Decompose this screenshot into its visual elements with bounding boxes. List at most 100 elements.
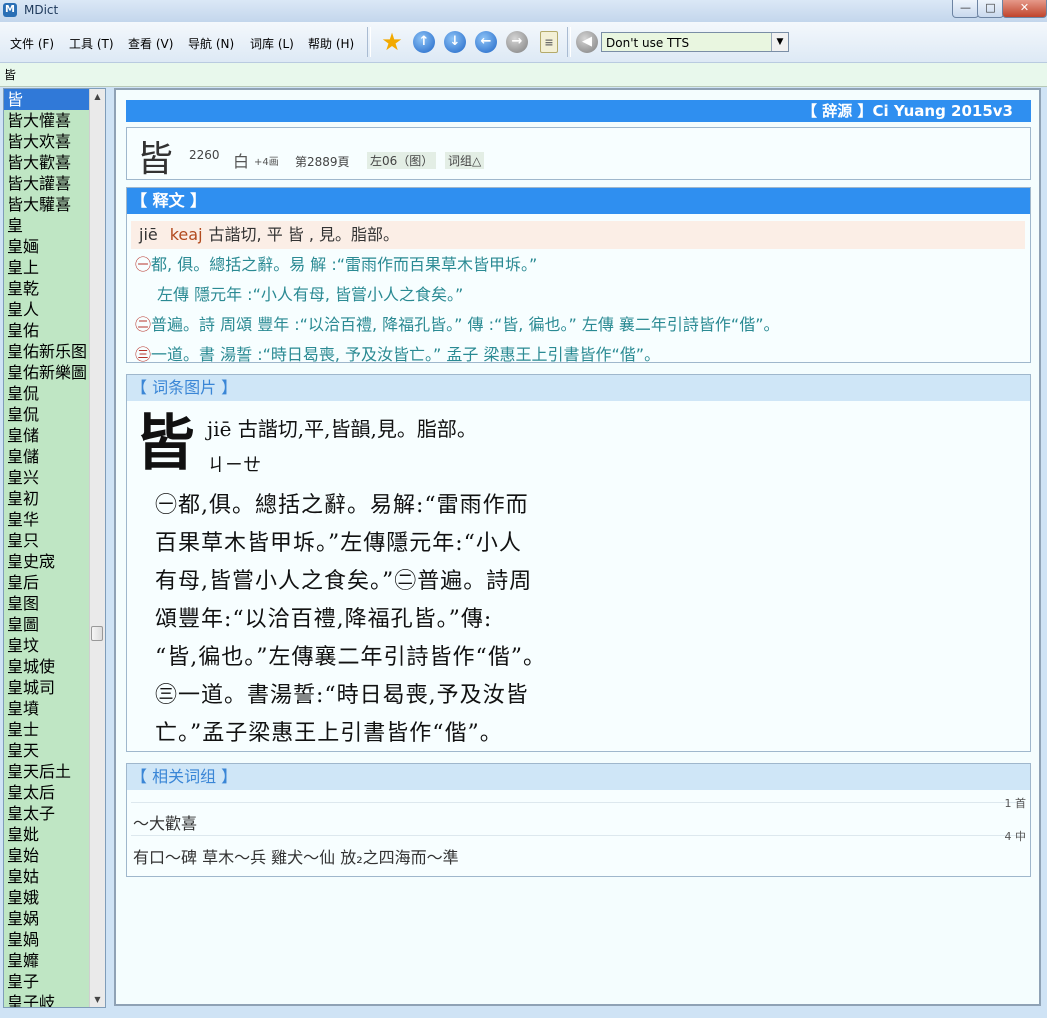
divider bbox=[131, 802, 1024, 803]
related-count: 1 首 bbox=[1004, 797, 1027, 810]
tts-select[interactable]: Don't use TTS ▼ bbox=[601, 32, 789, 52]
fanqie: 古諧切, 平 皆 , 見。脂部。 bbox=[208, 225, 400, 244]
speaker-icon[interactable]: ◀ bbox=[576, 31, 598, 53]
word-list-item[interactable]: 皇天后土 bbox=[4, 761, 90, 782]
word-list-item[interactable]: 皇坟 bbox=[4, 635, 90, 656]
menu-toolbar: 文件 (F) 工具 (T) 查看 (V) 导航 (N) 词库 (L) 帮助 (H… bbox=[0, 22, 1047, 63]
toolbar-separator bbox=[367, 27, 371, 57]
scroll-thumb[interactable] bbox=[91, 626, 103, 641]
definition-pane: 【 辞源 】Ci Yuang 2015v3 皆 2260 白 +4画 第2889… bbox=[114, 88, 1041, 1006]
arrow-right-icon[interactable]: → bbox=[506, 31, 528, 53]
word-list-item[interactable]: 皇娲 bbox=[4, 908, 90, 929]
close-button[interactable]: ✕ bbox=[1002, 0, 1047, 18]
word-list-item[interactable]: 皇初 bbox=[4, 488, 90, 509]
scan-line: 頌豐年:“以洽百禮,降福孔皆。”傳: bbox=[155, 607, 493, 632]
title-bar: M MDict — □ ✕ bbox=[0, 0, 1047, 23]
maximize-button[interactable]: □ bbox=[977, 0, 1004, 18]
word-list-item[interactable]: 皆大讙喜 bbox=[4, 173, 90, 194]
word-list-item[interactable]: 皇妣 bbox=[4, 824, 90, 845]
word-list-item[interactable]: 皇墳 bbox=[4, 698, 90, 719]
menu-navigate[interactable]: 导航 (N) bbox=[188, 35, 234, 52]
word-list-item[interactable]: 皇佑 bbox=[4, 320, 90, 341]
keaj-romanization: keaj bbox=[169, 225, 203, 244]
menu-view[interactable]: 查看 (V) bbox=[128, 35, 173, 52]
related-phrase-list[interactable]: ～大歡喜 bbox=[133, 810, 197, 834]
word-list-scrollbar[interactable]: ▲ ▼ bbox=[89, 89, 105, 1007]
word-list-item[interactable]: 皇图 bbox=[4, 593, 90, 614]
headword-tag-image[interactable]: 左06（图） bbox=[367, 152, 437, 169]
scan-line: 亡。”孟子梁惠王上引書皆作“偕”。 bbox=[155, 721, 503, 746]
word-list-item[interactable]: 皇始 bbox=[4, 845, 90, 866]
word-list-item[interactable]: 皇兴 bbox=[4, 467, 90, 488]
word-list-item[interactable]: 皇姑 bbox=[4, 866, 90, 887]
word-list-item[interactable]: 皇佑新乐图 bbox=[4, 341, 90, 362]
word-list-item[interactable]: 皇城司 bbox=[4, 677, 90, 698]
related-count: 4 中 bbox=[1004, 830, 1027, 843]
word-list-item[interactable]: 皇华 bbox=[4, 509, 90, 530]
word-list-item[interactable]: 皆 bbox=[4, 89, 90, 110]
word-list-item[interactable]: 皇侃 bbox=[4, 404, 90, 425]
word-list-item[interactable]: 皆大歡喜 bbox=[4, 152, 90, 173]
word-list-item[interactable]: 皇圖 bbox=[4, 614, 90, 635]
pinyin: jiē bbox=[139, 225, 158, 244]
chevron-down-icon[interactable]: ▼ bbox=[771, 33, 788, 51]
word-list-item[interactable]: 皇婳 bbox=[4, 236, 90, 257]
menu-library[interactable]: 词库 (L) bbox=[250, 35, 294, 52]
word-list-item[interactable]: 皇天 bbox=[4, 740, 90, 761]
word-list-item[interactable]: 皇只 bbox=[4, 530, 90, 551]
word-list-item[interactable]: 皇 bbox=[4, 215, 90, 236]
scan-headword: 皆 bbox=[135, 409, 195, 479]
entry-image-section: 【 词条图片 】 皆 jiē 古諧切,平,皆韻,見。脂部。 ㄐㄧㄝ ㊀都,俱。總… bbox=[126, 374, 1031, 752]
word-list-item[interactable]: 皇乾 bbox=[4, 278, 90, 299]
word-list-item[interactable]: 皇史宬 bbox=[4, 551, 90, 572]
related-phrases-title: 【 相关词组 】 bbox=[127, 764, 1030, 790]
mdict-app-icon: M bbox=[3, 3, 17, 17]
arrow-up-icon[interactable]: ↑ bbox=[413, 31, 435, 53]
word-list-item[interactable]: 皇佑新樂圖 bbox=[4, 362, 90, 383]
toolbar-separator bbox=[567, 27, 571, 57]
arrow-down-icon[interactable]: ↓ bbox=[444, 31, 466, 53]
search-input[interactable] bbox=[4, 65, 1040, 83]
minimize-button[interactable]: — bbox=[952, 0, 979, 18]
word-list-item[interactable]: 皇士 bbox=[4, 719, 90, 740]
word-list-item[interactable]: 皇人 bbox=[4, 299, 90, 320]
headword-strokes: +4画 bbox=[254, 157, 279, 168]
related-phrases-section: 【 相关词组 】 1 首 ～大歡喜 4 中 有口～碑 草木～兵 雞犬～仙 放₂之… bbox=[126, 763, 1031, 877]
explanation-section: 【 释文 】 jiē keaj 古諧切, 平 皆 , 見。脂部。 ㊀都, 俱。總括之… bbox=[126, 187, 1031, 364]
scan-line: ㊀都,俱。總括之辭。易解:“雷雨作而 bbox=[155, 493, 529, 518]
word-list-item[interactable]: 皆大驩喜 bbox=[4, 194, 90, 215]
star-icon[interactable]: ★ bbox=[381, 30, 403, 54]
word-list-item[interactable]: 皇子岐 bbox=[4, 992, 90, 1007]
word-list-item[interactable]: 皇后 bbox=[4, 572, 90, 593]
divider bbox=[131, 835, 1024, 836]
word-list-item[interactable]: 皇侃 bbox=[4, 383, 90, 404]
explanation-title: 【 释文 】 bbox=[127, 188, 1030, 214]
arrow-left-icon[interactable]: ← bbox=[475, 31, 497, 53]
word-list-item[interactable]: 皇媧 bbox=[4, 929, 90, 950]
menu-file[interactable]: 文件 (F) bbox=[10, 35, 54, 52]
word-list-item[interactable]: 皇太子 bbox=[4, 803, 90, 824]
related-phrase-list[interactable]: 有口～碑 草木～兵 雞犬～仙 放₂之四海而～準 bbox=[133, 844, 459, 868]
scan-pinyin-line: jiē 古諧切,平,皆韻,見。脂部。 bbox=[207, 417, 477, 441]
tts-select-value: Don't use TTS bbox=[606, 36, 690, 50]
word-list-item[interactable]: 皇城使 bbox=[4, 656, 90, 677]
word-list-item[interactable]: 皇储 bbox=[4, 425, 90, 446]
menu-help[interactable]: 帮助 (H) bbox=[308, 35, 354, 52]
word-list-item[interactable]: 皇子 bbox=[4, 971, 90, 992]
word-list-item[interactable]: 皇太后 bbox=[4, 782, 90, 803]
word-list-item[interactable]: 皆大懽喜 bbox=[4, 110, 90, 131]
clipboard-icon[interactable]: ≡ bbox=[540, 31, 558, 53]
scroll-up-icon[interactable]: ▲ bbox=[90, 89, 105, 104]
word-list-item[interactable]: 皇娥 bbox=[4, 887, 90, 908]
word-list-item[interactable]: 皆大欢喜 bbox=[4, 131, 90, 152]
scan-bopomofo: ㄐㄧㄝ bbox=[207, 455, 261, 476]
definition-line: ㊀都, 俱。總括之辭。易 解 :“雷雨作而百果草木皆甲坼。” bbox=[135, 255, 538, 274]
word-list-item[interactable]: 皇儲 bbox=[4, 446, 90, 467]
menu-tools[interactable]: 工具 (T) bbox=[69, 35, 114, 52]
scroll-down-icon[interactable]: ▼ bbox=[90, 992, 105, 1007]
definition-line: ㊂一道。書 湯誓 :“時日曷喪, 予及汝皆亡。” 孟子 梁惠王上引書皆作“偕”。 bbox=[135, 345, 661, 364]
word-list-item[interactable]: 皇上 bbox=[4, 257, 90, 278]
headword-tag-phrases[interactable]: 词组△ bbox=[445, 152, 485, 169]
word-list-item[interactable]: 皇孊 bbox=[4, 950, 90, 971]
window-title: MDict bbox=[24, 3, 59, 17]
